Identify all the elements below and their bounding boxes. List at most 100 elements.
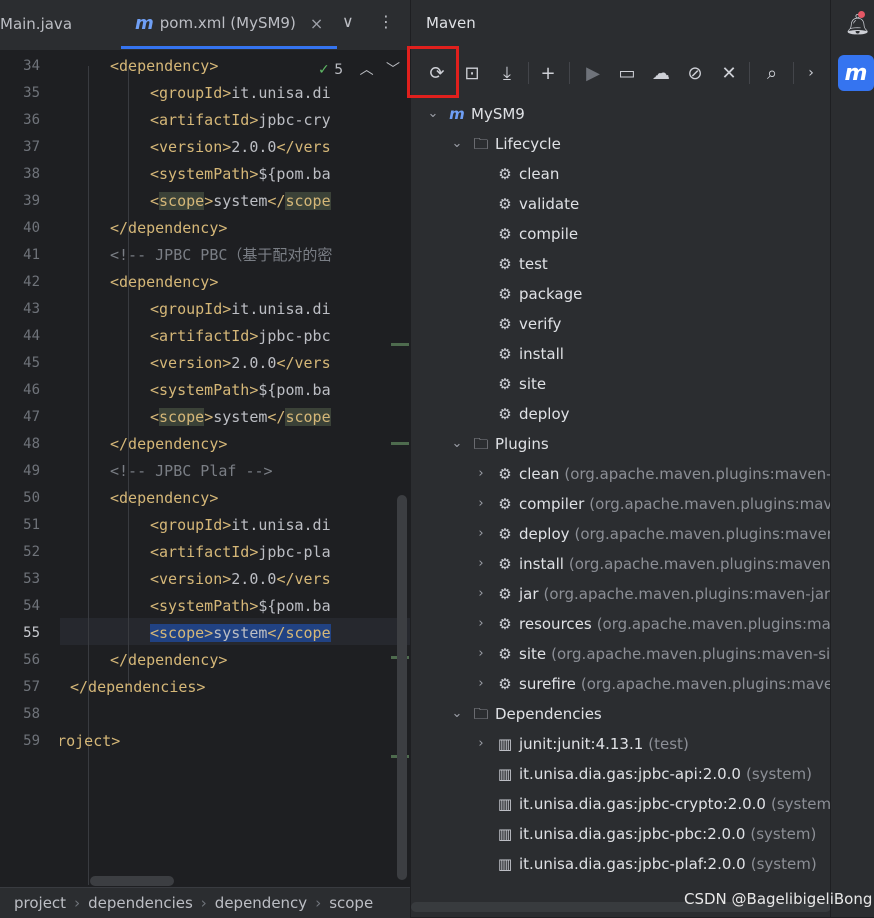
chevron-down-icon[interactable]: ∨ [342, 12, 354, 31]
tree-plugins[interactable]: ⌄ 🗀 Plugins [449, 429, 549, 459]
code-token: system [213, 624, 268, 642]
code-line: <version>2.0.0</vers [150, 350, 331, 377]
offline-icon[interactable]: ☁ [648, 60, 674, 86]
skip-tests-icon[interactable]: ⊘ [682, 60, 708, 86]
breadcrumb-separator: › [74, 894, 81, 912]
code-line: <artifactId>jpbc-pbc [150, 323, 331, 350]
chevron-down-icon[interactable]: ⌄ [449, 699, 465, 729]
plugin-icon: ⚙ [498, 675, 512, 693]
chevron-right-icon[interactable]: › [473, 459, 489, 489]
dependency-item[interactable]: ▥ it.unisa.dia.gas:jpbc-api:2.0.0 (system) [473, 759, 812, 789]
tree-label: compiler [519, 495, 585, 513]
lifecycle-folder-icon: 🗀 [473, 135, 489, 153]
code-token: <groupId> [150, 300, 232, 318]
lifecycle-goal-compile[interactable]: ⚙ compile [473, 219, 578, 249]
breadcrumb-item[interactable]: scope [329, 894, 373, 912]
analyze-dependencies-icon[interactable]: ⌕ [759, 60, 785, 86]
more-options-icon[interactable]: ⋮ [378, 12, 394, 31]
breadcrumb-item[interactable]: dependencies [88, 894, 193, 912]
tab-main-java[interactable]: Main.java [0, 0, 72, 48]
highlight-box [407, 46, 459, 98]
chevron-down-icon[interactable]: ⌄ [425, 99, 441, 129]
chevron-down-icon[interactable]: ﹀ [386, 62, 400, 78]
code-line: <groupId>it.unisa.di [150, 512, 331, 539]
lifecycle-goal-validate[interactable]: ⚙ validate [473, 189, 579, 219]
tree-label: clean [519, 165, 560, 183]
plugin-resources[interactable]: › ⚙ resources (org.apache.maven.plugins:mav… [473, 609, 849, 639]
lifecycle-goal-site[interactable]: ⚙ site [473, 369, 546, 399]
chevron-down-icon[interactable]: ⌄ [449, 429, 465, 459]
code-editor[interactable]: Main.java m pom.xml (MySM9) × ∨ ⋮ 34 35 36… [0, 0, 410, 918]
line-number: 43 [23, 301, 40, 317]
chevron-up-icon[interactable]: ︿ [360, 62, 374, 78]
library-icon: ▥ [497, 855, 513, 873]
plugin-clean[interactable]: › ⚙ clean (org.apache.maven.plugins:maven-c… [473, 459, 853, 489]
gear-icon: ⚙ [498, 225, 512, 243]
chevron-right-icon[interactable]: › [473, 549, 489, 579]
chevron-right-icon[interactable]: › [798, 60, 824, 86]
code-token: <dependency> [110, 57, 219, 75]
tree-dependencies[interactable]: ⌄ 🗀 Dependencies [449, 699, 602, 729]
plugin-install[interactable]: › ⚙ install (org.apache.maven.plugins:maven… [473, 549, 849, 579]
plugin-icon: ⚙ [498, 645, 512, 663]
change-marker [391, 442, 409, 445]
maven-tool-button[interactable]: m [838, 55, 874, 91]
line-number: 51 [23, 517, 40, 533]
tree-label: validate [519, 195, 580, 213]
breadcrumb-item[interactable]: dependency [215, 894, 307, 912]
chevron-right-icon[interactable]: › [473, 639, 489, 669]
chevron-right-icon[interactable]: › [473, 729, 489, 759]
dependency-item[interactable]: › ▥ junit:junit:4.13.1 (test) [473, 729, 688, 759]
dependency-item[interactable]: ▥ it.unisa.dia.gas:jpbc-plaf:2.0.0 (system… [473, 849, 817, 879]
chevron-right-icon[interactable]: › [473, 669, 489, 699]
add-icon[interactable]: + [535, 60, 561, 86]
lifecycle-goal-verify[interactable]: ⚙ verify [473, 309, 561, 339]
chevron-right-icon[interactable]: › [473, 609, 489, 639]
plugin-jar[interactable]: › ⚙ jar (org.apache.maven.plugins:maven-jar… [473, 579, 848, 609]
reload-folder-icon[interactable]: ⊡ [459, 60, 485, 86]
chevron-right-icon[interactable]: › [473, 579, 489, 609]
chevron-right-icon[interactable]: › [473, 489, 489, 519]
line-number: 37 [23, 139, 40, 155]
horizontal-scrollbar[interactable] [90, 876, 174, 886]
watermark: CSDN @BagelibigeliBong [684, 890, 873, 908]
dependency-item[interactable]: ▥ it.unisa.dia.gas:jpbc-crypto:2.0.0 (syst… [473, 789, 837, 819]
run-icon[interactable]: ▶ [580, 60, 606, 86]
code-area[interactable]: <dependency> <groupId>it.unisa.di <artifac… [60, 50, 410, 885]
plugin-site[interactable]: › ⚙ site (org.apache.maven.plugins:maven-si… [473, 639, 850, 669]
plugin-icon: ⚙ [498, 525, 512, 543]
code-token: < [150, 192, 160, 210]
plugin-deploy[interactable]: › ⚙ deploy (org.apache.maven.plugins:maven-… [473, 519, 851, 549]
tree-label: clean [519, 465, 560, 483]
plugin-compiler[interactable]: › ⚙ compiler (org.apache.maven.plugins:mave… [473, 489, 851, 519]
gear-icon: ⚙ [498, 375, 512, 393]
maven-toolbar: ⟳ ⊡ ⤓ + ▶ ▭ ☁ ⊘ ✕ ⌕ › [411, 50, 831, 94]
run-config-icon[interactable]: ▭ [614, 60, 640, 86]
tab-pom-xml[interactable]: m pom.xml (MySM9) × [121, 0, 338, 49]
chevron-right-icon[interactable]: › [473, 519, 489, 549]
lifecycle-goal-deploy[interactable]: ⚙ deploy [473, 399, 569, 429]
tree-label: compile [519, 225, 579, 243]
tree-label: MySM9 [471, 105, 525, 123]
dependency-item[interactable]: ▥ it.unisa.dia.gas:jpbc-pbc:2.0.0 (system) [473, 819, 816, 849]
lifecycle-goal-clean[interactable]: ⚙ clean [473, 159, 559, 189]
lifecycle-goal-test[interactable]: ⚙ test [473, 249, 548, 279]
plugin-surefire[interactable]: › ⚙ surefire (org.apache.maven.plugins:mave… [473, 669, 848, 699]
tree-label: package [519, 285, 583, 303]
breadcrumb-item[interactable]: project [14, 894, 66, 912]
code-line: <artifactId>jpbc-cry [150, 107, 331, 134]
tree-lifecycle[interactable]: ⌄ 🗀 Lifecycle [449, 129, 561, 159]
download-icon[interactable]: ⤓ [494, 60, 520, 86]
inspection-widget[interactable]: ✓ 5 ︿ ﹀ [318, 59, 400, 79]
chevron-down-icon[interactable]: ⌄ [449, 129, 465, 159]
line-number: 36 [23, 112, 40, 128]
collapse-icon[interactable]: ✕ [716, 60, 742, 86]
lifecycle-goal-package[interactable]: ⚙ package [473, 279, 582, 309]
tree-project-mysm9[interactable]: ⌄ m MySM9 [425, 99, 525, 129]
vertical-scrollbar[interactable] [397, 495, 407, 880]
library-icon: ▥ [497, 735, 513, 753]
inspection-count: 5 [334, 62, 344, 78]
lifecycle-goal-install[interactable]: ⚙ install [473, 339, 564, 369]
line-number: 56 [23, 652, 40, 668]
close-icon[interactable]: × [310, 14, 323, 33]
